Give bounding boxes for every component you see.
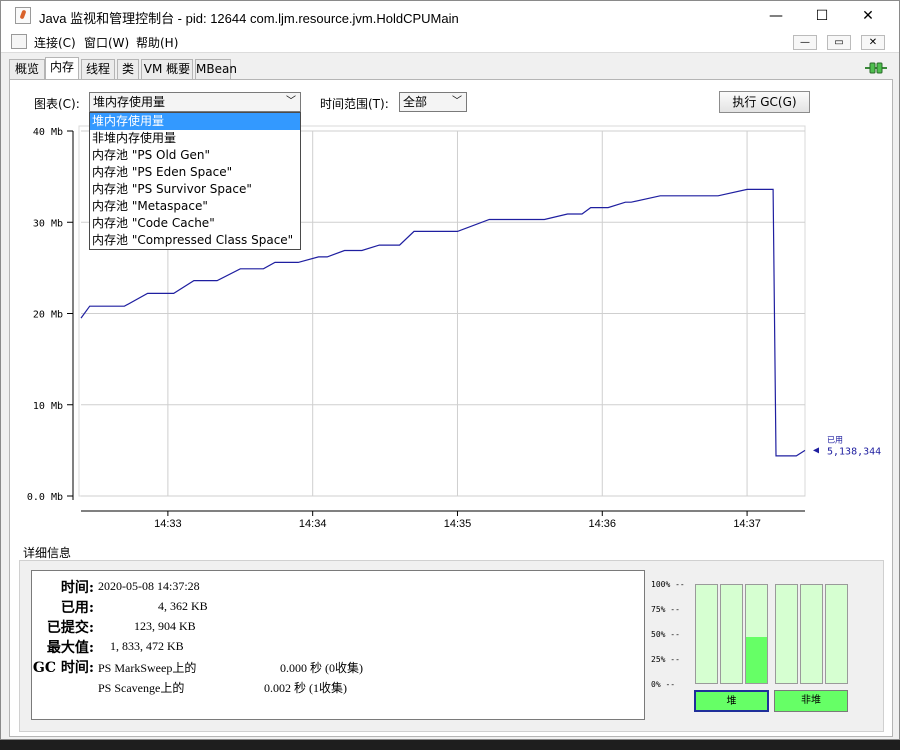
chart-selector-value: 堆内存使用量 — [93, 95, 166, 109]
time-range-combo[interactable]: 全部 ﹀ — [399, 92, 467, 112]
minimize-button[interactable]: — — [753, 1, 799, 31]
chevron-down-icon: ﹀ — [452, 96, 462, 107]
close-button[interactable]: ✕ — [845, 1, 891, 31]
pct-label-0: 0% -- — [651, 680, 676, 689]
detail-key-committed: 已提交: — [46, 620, 94, 636]
dropdown-option[interactable]: 堆内存使用量 — [90, 113, 300, 130]
tab-memory[interactable]: 内存 — [45, 57, 79, 79]
dropdown-option[interactable]: 内存池 "PS Old Gen" — [90, 147, 300, 164]
jconsole-window: Java 监视和管理控制台 - pid: 12644 com.ljm.resou… — [0, 0, 900, 740]
java-app-icon — [15, 7, 31, 24]
internal-restore-button[interactable]: ▭ — [827, 35, 851, 50]
x-tick-label: 14:33 — [154, 518, 182, 530]
y-tick-label: 0.0 Mb — [27, 492, 63, 503]
end-marker — [813, 447, 819, 454]
detail-key-max: 最大值: — [46, 640, 94, 656]
chart-selector-combo[interactable]: 堆内存使用量 ﹀ — [89, 92, 301, 112]
details-title: 详细信息 — [23, 546, 72, 560]
y-tick-label: 20 Mb — [33, 310, 63, 321]
maximize-button[interactable]: ☐ — [799, 1, 845, 31]
gc-marksweep-value: 0.000 秒 (0收集) — [280, 661, 363, 675]
pct-label-75: 75% -- — [651, 605, 680, 614]
chart-selector-label: 图表(C): — [34, 97, 80, 111]
end-value-label: 5,138,344 — [827, 446, 881, 457]
nonheap-pool-bar[interactable] — [775, 584, 798, 684]
x-tick-label: 14:35 — [444, 518, 472, 530]
detail-key-used: 已用: — [60, 600, 94, 616]
y-tick-label: 10 Mb — [33, 401, 63, 412]
chevron-down-icon: ﹀ — [286, 96, 296, 107]
heap-pool-bar[interactable] — [745, 584, 768, 684]
gc-marksweep-name: PS MarkSweep上的 — [98, 661, 197, 675]
tab-vm-summary[interactable]: VM 概要 — [141, 59, 193, 79]
menu-bar: 连接(C) 窗口(W) 帮助(H) — ▭ ✕ — [1, 31, 899, 53]
x-tick-label: 14:34 — [299, 518, 327, 530]
dropdown-option[interactable]: 内存池 "Metaspace" — [90, 198, 300, 215]
tab-overview[interactable]: 概览 — [9, 59, 45, 79]
dropdown-option[interactable]: 非堆内存使用量 — [90, 130, 300, 147]
chart-selector-dropdown[interactable]: 堆内存使用量 非堆内存使用量 内存池 "PS Old Gen" 内存池 "PS Ede… — [89, 112, 301, 250]
memory-pool-bars: 100% -- 75% -- 50% -- 25% -- 0% -- 堆 非堆 — [651, 576, 881, 716]
dropdown-option[interactable]: 内存池 "PS Survivor Space" — [90, 181, 300, 198]
heap-pool-bar[interactable] — [695, 584, 718, 684]
pct-label-25: 25% -- — [651, 655, 680, 664]
menu-connect[interactable]: 连接(C) — [34, 34, 76, 51]
x-tick-label: 14:36 — [589, 518, 617, 530]
dropdown-option[interactable]: 内存池 "Compressed Class Space" — [90, 232, 300, 249]
detail-value-committed: 123, 904 KB — [134, 619, 196, 633]
pct-label-50: 50% -- — [651, 630, 680, 639]
internal-minimize-button[interactable]: — — [793, 35, 817, 50]
perform-gc-button[interactable]: 执行 GC(G) — [719, 91, 810, 113]
time-range-label: 时间范围(T): — [320, 97, 389, 111]
internal-close-button[interactable]: ✕ — [861, 35, 885, 50]
tab-classes[interactable]: 类 — [117, 59, 139, 79]
gc-scavenge-value: 0.002 秒 (1收集) — [264, 681, 347, 695]
heap-pool-fill — [746, 636, 767, 683]
time-range-value: 全部 — [403, 95, 428, 109]
title-bar: Java 监视和管理控制台 - pid: 12644 com.ljm.resou… — [1, 1, 899, 31]
heap-pool-bar[interactable] — [720, 584, 743, 684]
connection-status-icon — [865, 62, 887, 74]
detail-value-max: 1, 833, 472 KB — [110, 639, 184, 653]
detail-value-time: 2020-05-08 14:37:28 — [98, 579, 200, 593]
nonheap-pool-bar[interactable] — [825, 584, 848, 684]
tab-mbean[interactable]: MBean — [195, 59, 237, 79]
window-title: Java 监视和管理控制台 - pid: 12644 com.ljm.resou… — [39, 11, 459, 26]
tab-threads[interactable]: 线程 — [81, 59, 115, 79]
java-doc-icon[interactable] — [11, 34, 27, 49]
heap-pool-button[interactable]: 堆 — [694, 690, 769, 712]
nonheap-pool-button[interactable]: 非堆 — [774, 690, 848, 712]
end-series-name: 已用 — [827, 435, 843, 444]
detail-key-time: 时间: — [60, 580, 94, 596]
dropdown-option[interactable]: 内存池 "PS Eden Space" — [90, 164, 300, 181]
y-tick-label: 30 Mb — [33, 218, 63, 229]
y-tick-label: 40 Mb — [33, 127, 63, 138]
menu-window[interactable]: 窗口(W) — [84, 34, 129, 51]
nonheap-pool-bar[interactable] — [800, 584, 823, 684]
detail-value-used: 4, 362 KB — [158, 599, 208, 613]
x-tick-label: 14:37 — [733, 518, 761, 530]
gc-scavenge-name: PS Scavenge上的 — [98, 681, 185, 695]
detail-key-gc-time: GC 时间: — [32, 660, 94, 676]
details-info-box: 时间: 2020-05-08 14:37:28 已用: 4, 362 KB 已提… — [31, 570, 645, 720]
pct-label-100: 100% -- — [651, 580, 685, 589]
dropdown-option[interactable]: 内存池 "Code Cache" — [90, 215, 300, 232]
menu-help[interactable]: 帮助(H) — [136, 34, 178, 51]
